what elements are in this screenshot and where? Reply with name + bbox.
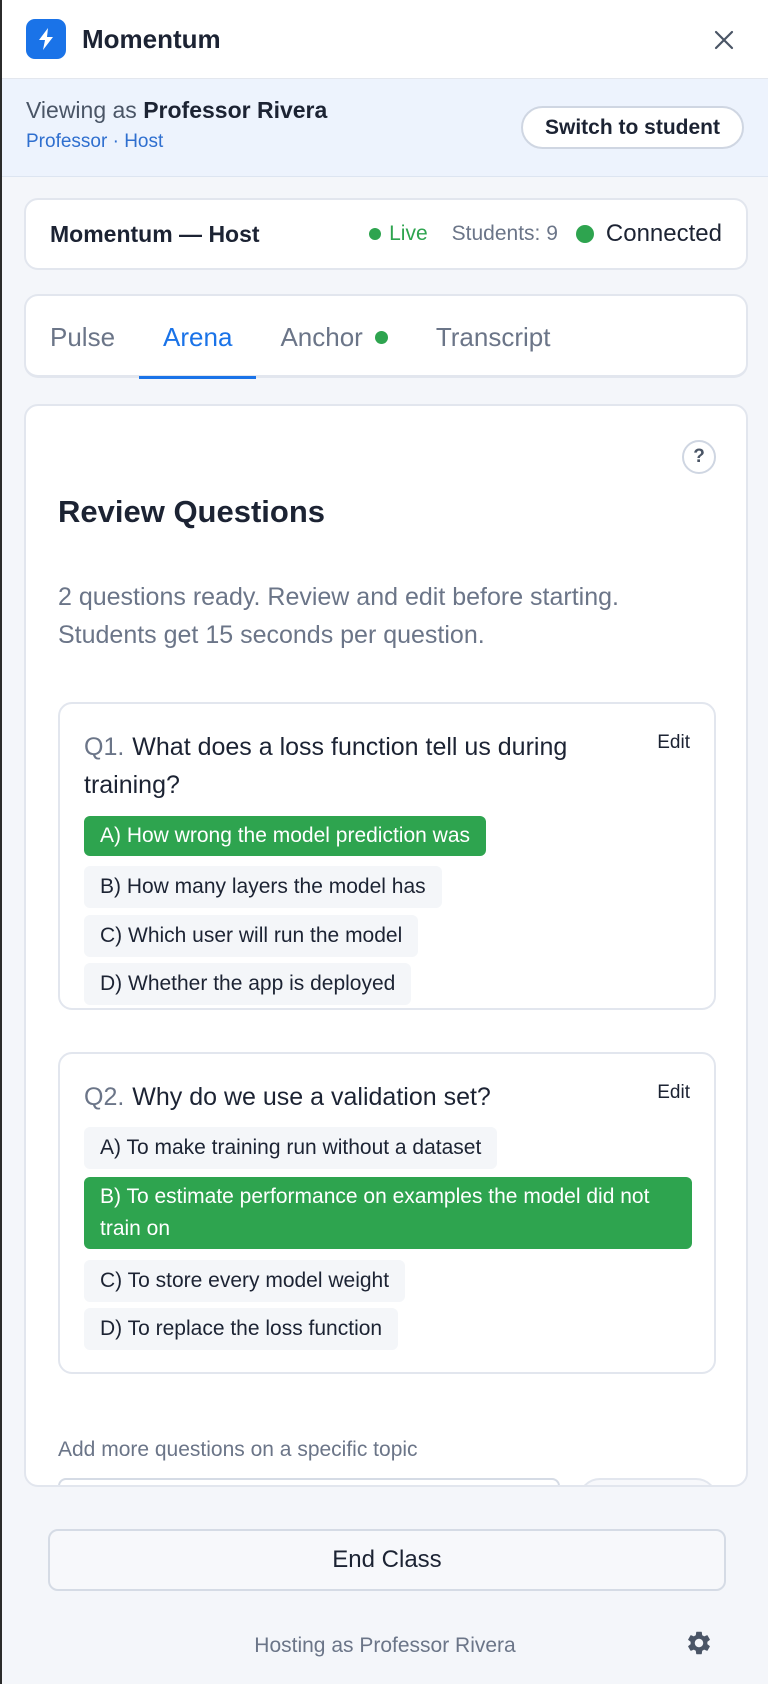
option[interactable]: D) Whether the app is deployed: [84, 963, 412, 1005]
connected-dot-icon: [575, 225, 594, 243]
question-card: Q1. What does a loss function tell us dur…: [58, 702, 716, 1010]
tab-pulse[interactable]: Pulse: [26, 296, 139, 378]
tab-label: Pulse: [50, 321, 116, 352]
option[interactable]: D) To replace the loss function: [84, 1308, 399, 1350]
switch-to-student-button[interactable]: Switch to student: [521, 106, 744, 149]
option-correct[interactable]: A) How wrong the model prediction was: [84, 816, 487, 856]
end-class-button[interactable]: End Class: [48, 1529, 726, 1591]
option[interactable]: B) How many layers the model has: [84, 866, 442, 908]
generate-questions-button[interactable]: [578, 1478, 718, 1485]
question-body: Why do we use a validation set?: [132, 1083, 491, 1111]
review-subtitle: 2 questions ready. Review and edit befor…: [58, 583, 619, 649]
viewing-banner: Viewing as Professor Rivera Professor · …: [2, 79, 768, 177]
help-icon[interactable]: ?: [682, 440, 716, 474]
app-title: Momentum: [82, 23, 221, 54]
question-number: Q1.: [84, 733, 125, 761]
option[interactable]: A) To make training run without a datase…: [84, 1127, 498, 1169]
viewing-name: Professor Rivera: [143, 97, 328, 123]
live-indicator: Live: [369, 222, 428, 246]
live-label: Live: [389, 222, 428, 245]
tab-bar: Pulse Arena Anchor Transcript: [24, 294, 748, 379]
option-correct[interactable]: B) To estimate performance on examples t…: [84, 1177, 692, 1249]
tab-label: Arena: [163, 321, 233, 352]
question-card: Q2. Why do we use a validation set? Edit …: [58, 1052, 716, 1374]
tab-transcript[interactable]: Transcript: [412, 296, 575, 378]
review-questions-panel: ? Review Questions 2 questions ready. Re…: [24, 404, 748, 1487]
session-status-card: Momentum — Host Live Students: 9 Connect…: [24, 198, 748, 270]
option[interactable]: C) To store every model weight: [84, 1260, 406, 1302]
option[interactable]: C) Which user will run the model: [84, 915, 419, 957]
hosting-status-text: Hosting as Professor Rivera: [254, 1634, 516, 1657]
question-text: Q1. What does a loss function tell us dur…: [84, 728, 644, 804]
app-header: Momentum: [2, 0, 768, 79]
tab-label: Transcript: [435, 321, 551, 352]
question-text: Q2. Why do we use a validation set?: [84, 1078, 644, 1116]
connection-label: Connected: [605, 220, 722, 247]
edit-question-button[interactable]: Edit: [657, 732, 690, 754]
students-count: Students: 9: [451, 222, 558, 245]
gear-icon[interactable]: [684, 1628, 714, 1658]
role-line: Professor · Host: [26, 131, 164, 152]
topic-input[interactable]: [58, 1478, 560, 1485]
tab-label: Anchor: [280, 321, 363, 352]
review-title: Review Questions: [58, 494, 326, 529]
question-body: What does a loss function tell us during…: [84, 733, 568, 799]
add-more-questions-label: Add more questions on a specific topic: [58, 1438, 418, 1461]
session-title: Momentum — Host: [50, 220, 260, 247]
connection-status: Connected: [575, 220, 722, 248]
viewing-prefix: Viewing as: [26, 97, 137, 123]
viewing-as-text: Viewing as Professor Rivera: [26, 97, 327, 124]
anchor-indicator-dot-icon: [374, 330, 388, 344]
question-number: Q2.: [84, 1083, 125, 1111]
tab-arena[interactable]: Arena: [139, 296, 257, 379]
lightning-bolt-icon: [26, 19, 66, 59]
edit-question-button[interactable]: Edit: [657, 1082, 690, 1104]
live-dot-icon: [369, 228, 382, 240]
close-icon[interactable]: [710, 26, 738, 54]
tab-anchor[interactable]: Anchor: [256, 296, 411, 378]
